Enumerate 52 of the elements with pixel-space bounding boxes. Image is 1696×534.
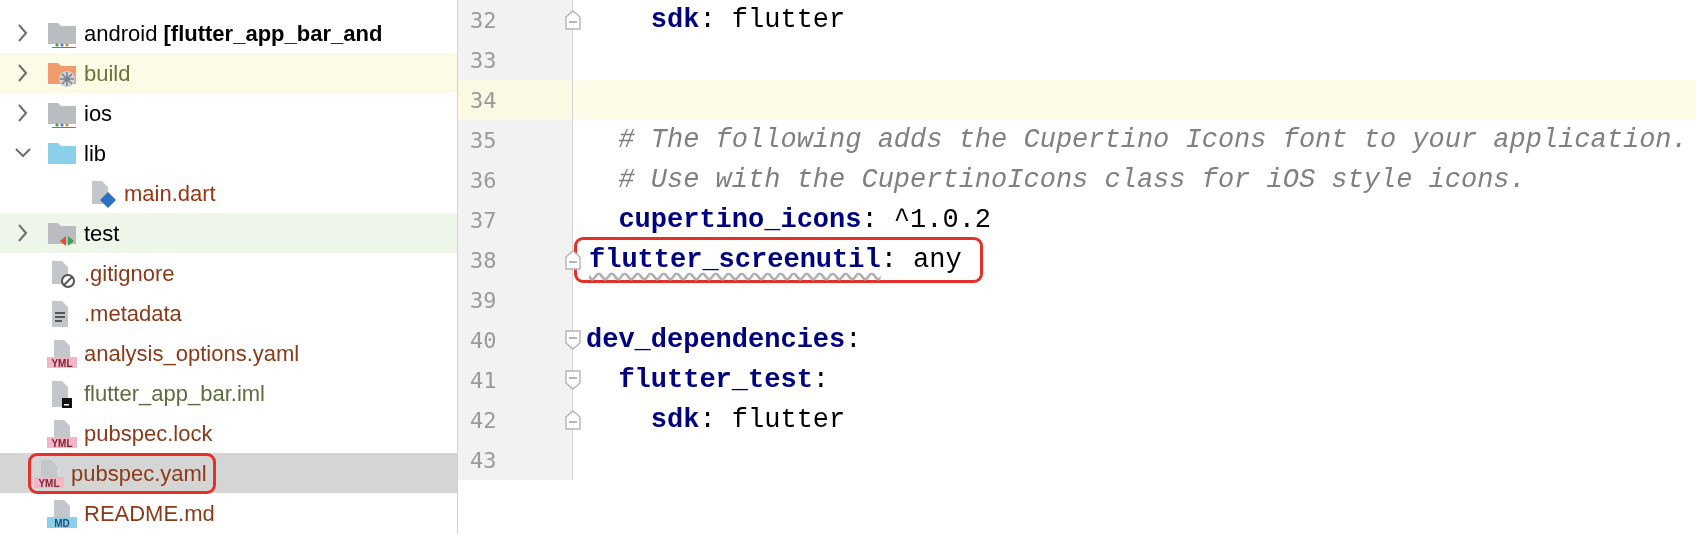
line-number: 32 <box>470 6 497 35</box>
line-number: 33 <box>470 46 497 75</box>
line-number: 34 <box>470 86 497 115</box>
tree-row[interactable]: .metadata <box>0 293 457 333</box>
tree-row[interactable]: build <box>0 53 457 93</box>
file-name: pubspec.lock <box>84 419 213 448</box>
tree-row[interactable]: MD README.md <box>0 493 457 533</box>
tree-row[interactable]: YML pubspec.lock <box>0 413 457 453</box>
yaml-key: flutter_screenutil <box>589 239 881 281</box>
file-name: build <box>84 59 131 88</box>
file-name: flutter_app_bar.iml <box>84 379 265 408</box>
line-number: 41 <box>470 366 497 395</box>
line-number: 42 <box>470 406 497 435</box>
yaml-value: : ^1.0.2 <box>861 203 992 237</box>
tree-row[interactable]: YML analysis_options.yaml <box>0 333 457 373</box>
file-name: main.dart <box>124 179 216 208</box>
yaml-key: cupertino_icons <box>586 199 862 241</box>
tree-row[interactable]: android [flutter_app_bar_and <box>0 13 457 53</box>
file-name: lib <box>84 139 106 168</box>
yaml-key: flutter_test <box>586 359 813 401</box>
line-number: 43 <box>470 446 497 475</box>
line-number: 39 <box>470 286 497 315</box>
tree-row[interactable]: test <box>0 213 457 253</box>
tree-row[interactable]: flutter_app_bar.iml <box>0 373 457 413</box>
file-name: pubspec.yaml <box>71 459 207 488</box>
file-name: .gitignore <box>84 259 175 288</box>
yaml-key: sdk <box>586 0 700 41</box>
line-number: 35 <box>470 126 497 155</box>
file-name: .metadata <box>84 299 182 328</box>
code-comment: # The following adds the Cupertino Icons font to your application. <box>617 123 1688 157</box>
yaml-key: sdk <box>586 399 700 441</box>
line-number: 38 <box>470 246 497 275</box>
tree-row[interactable]: .gitignore <box>0 253 457 293</box>
file-name: analysis_options.yaml <box>84 339 300 368</box>
file-name: test <box>84 219 120 248</box>
tree-row[interactable]: lib <box>0 133 457 173</box>
file-name: README.md <box>84 499 215 528</box>
yaml-key: dev_dependencies <box>586 319 846 361</box>
yaml-value: : <box>812 363 830 397</box>
tree-row[interactable]: main.dart <box>0 173 457 213</box>
file-name: android [flutter_app_bar_and <box>84 19 383 48</box>
line-number: 40 <box>470 326 497 355</box>
line-number: 36 <box>470 166 497 195</box>
yaml-value: : flutter <box>699 403 846 437</box>
yaml-value: : any <box>880 243 962 277</box>
code-comment: # Use with the CupertinoIcons class for iOS style icons. <box>617 163 1526 197</box>
yaml-value: : <box>845 323 862 357</box>
file-name: ios <box>84 99 113 128</box>
tree-row[interactable]: YML pubspec.yaml <box>0 453 457 493</box>
tree-row[interactable]: ios <box>0 93 457 133</box>
line-number: 37 <box>470 206 497 235</box>
yaml-value: : flutter <box>699 3 846 37</box>
